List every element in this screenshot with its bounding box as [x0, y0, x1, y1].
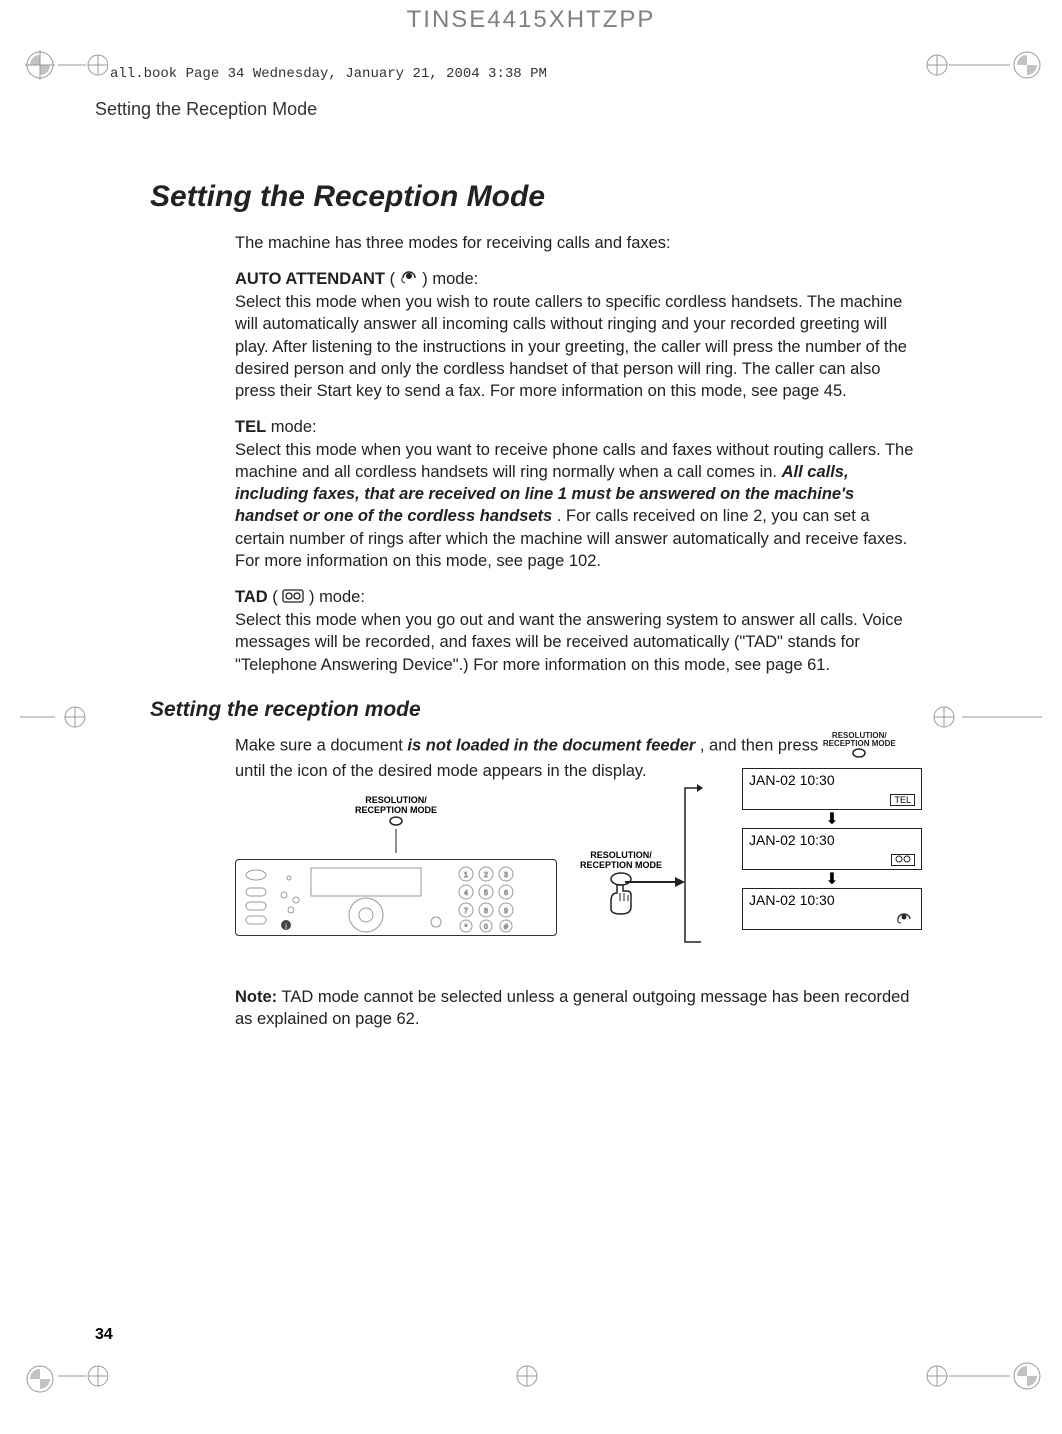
registration-mark-left-mid-line [20, 698, 60, 736]
svg-text:7: 7 [464, 908, 468, 915]
display-tad-mode: JAN-02 10:30 [742, 828, 922, 870]
svg-text:*: * [465, 924, 468, 931]
registration-mark-top-left [25, 50, 55, 80]
pointer-line-icon [395, 829, 397, 853]
svg-text:1: 1 [464, 872, 468, 879]
instruction-after: until the icon of the desired mode appea… [235, 762, 647, 780]
open-paren: ( [390, 270, 400, 288]
subtitle: Setting the reception mode [150, 698, 922, 722]
svg-text:8: 8 [484, 908, 488, 915]
reception-mode-press-label: RESOLUTION/ RECEPTION MODE [580, 851, 662, 871]
open-paren2: ( [272, 588, 282, 606]
display-time-3: JAN-02 10:30 [749, 892, 835, 908]
fax-machine-illustration: i 1 2 3 4 5 [235, 859, 557, 936]
figure-diagram: RESOLUTION/ RECEPTION MODE [235, 796, 922, 976]
tape-reel-icon [282, 587, 304, 609]
display-attendant-mode: JAN-02 10:30 [742, 888, 922, 930]
svg-text:3: 3 [504, 872, 508, 879]
close-paren: ) [422, 270, 428, 288]
tel-label: TEL [235, 418, 266, 436]
arrow-down-icon: ⬇ [742, 816, 922, 824]
document-code: TINSE4415XHTZPP [0, 0, 1062, 34]
reception-mode-button-label: RESOLUTION/ RECEPTION MODE [235, 796, 557, 829]
registration-mark-bottom-center-left [58, 1359, 108, 1394]
svg-text:2: 2 [484, 872, 488, 879]
instruction-before: Make sure a document [235, 736, 407, 754]
auto-attendant-suffix: mode: [432, 270, 478, 288]
operator-headset-icon [400, 269, 418, 291]
attendant-mode-icon [893, 912, 915, 926]
page-number: 34 [95, 1326, 113, 1344]
svg-text:#: # [504, 924, 508, 931]
auto-attendant-label: AUTO ATTENDANT [235, 270, 385, 288]
book-reference: all.book Page 34 Wednesday, January 21, … [110, 66, 547, 82]
resolution-button-inline: RESOLUTION/ RECEPTION MODE [823, 732, 896, 760]
tad-suffix: mode: [319, 588, 365, 606]
registration-mark-bottom-mid [510, 1359, 545, 1394]
auto-attendant-text: Select this mode when you wish to route … [235, 293, 907, 400]
intro-text: The machine has three modes for receivin… [235, 232, 922, 254]
registration-mark-top-right-pair [922, 48, 1042, 83]
note-text: TAD mode cannot be selected unless a gen… [235, 988, 909, 1028]
loop-back-line [683, 784, 703, 949]
registration-mark-bottom-right-pair [922, 1359, 1042, 1394]
tad-mode-icon [891, 854, 915, 866]
tel-mode-icon: TEL [890, 794, 915, 806]
svg-text:i: i [285, 922, 287, 931]
arrow-right-icon [625, 876, 685, 888]
instruction-emph: is not loaded in the document feeder [407, 736, 695, 754]
registration-mark-right-mid [927, 700, 962, 735]
tel-suffix: mode: [271, 418, 317, 436]
svg-text:4: 4 [464, 890, 468, 897]
note-paragraph: Note: TAD mode cannot be selected unless… [235, 986, 922, 1031]
page-title: Setting the Reception Mode [150, 180, 922, 214]
arrow-down-icon-2: ⬇ [742, 876, 922, 884]
svg-text:5: 5 [484, 890, 488, 897]
running-header: Setting the Reception Mode [95, 99, 1062, 120]
instruction-mid: , and then press [700, 736, 823, 754]
close-paren2: ) [309, 588, 315, 606]
registration-mark-right-mid-line [962, 698, 1042, 736]
registration-mark-left-mid [58, 700, 93, 735]
svg-text:9: 9 [504, 908, 508, 915]
tad-label: TAD [235, 588, 268, 606]
display-time-2: JAN-02 10:30 [749, 832, 835, 848]
registration-mark-top-center [58, 48, 108, 83]
registration-mark-bottom-left [25, 1364, 55, 1394]
display-time-1: JAN-02 10:30 [749, 772, 835, 788]
note-label: Note: [235, 988, 277, 1006]
svg-text:0: 0 [484, 924, 488, 931]
svg-text:6: 6 [504, 890, 508, 897]
tad-text: Select this mode when you go out and wan… [235, 611, 903, 674]
display-tel-mode: JAN-02 10:30 TEL [742, 768, 922, 810]
